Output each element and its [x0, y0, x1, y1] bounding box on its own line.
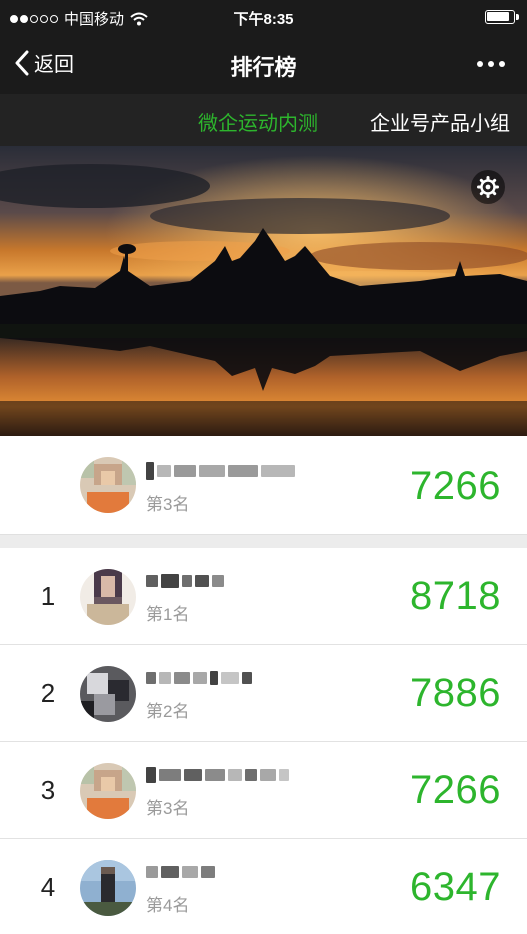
rank-caption: 第3名 [146, 799, 190, 818]
step-count: 7266 [410, 464, 501, 508]
more-button[interactable] [473, 52, 509, 76]
section-divider [0, 534, 527, 548]
rank-number: 1 [40, 581, 56, 611]
cover-photo [0, 146, 527, 436]
list-item[interactable]: 2 第2名 7886 [0, 645, 527, 742]
step-count: 6347 [410, 865, 501, 909]
rank-caption: 第4名 [146, 896, 190, 915]
tab-weiqi-sport-beta[interactable]: 微企运动内测 [198, 107, 318, 136]
back-label: 返回 [34, 54, 74, 76]
rank-number: 3 [40, 775, 56, 805]
step-count: 7266 [410, 768, 501, 812]
page-title: 排行榜 [230, 55, 297, 80]
list-item[interactable]: 1 第1名 8718 [0, 548, 527, 645]
avatar [80, 860, 136, 916]
rank-caption: 第1名 [146, 605, 190, 624]
rank-number: 2 [40, 678, 56, 708]
rank-caption: 第3名 [146, 495, 190, 514]
step-count: 8718 [410, 574, 501, 618]
ranking-list: 1 第1名 8718 2 第2名 7886 3 第3名 7266 4 第4名 6… [0, 548, 527, 934]
blurred-username [146, 861, 215, 883]
blurred-username [146, 460, 295, 482]
more-dots-icon [477, 61, 483, 67]
avatar [80, 569, 136, 625]
blurred-username [146, 570, 224, 592]
list-item[interactable]: 3 第3名 7266 [0, 742, 527, 839]
status-time: 下午8:35 [233, 11, 294, 28]
blurred-username [146, 667, 252, 689]
avatar [80, 763, 136, 819]
rank-number: 4 [40, 872, 56, 902]
back-button[interactable]: 返回 [14, 48, 74, 77]
nav-bar: 返回 排行榜 [0, 34, 527, 94]
chevron-left-icon [15, 50, 29, 75]
avatar [80, 666, 136, 722]
settings-button[interactable] [471, 170, 505, 204]
status-bar: 中国移动 下午8:35 [0, 0, 527, 34]
list-item[interactable]: 4 第4名 6347 [0, 839, 527, 934]
my-ranking-row[interactable]: 第3名 7266 [0, 436, 527, 534]
tab-enterprise-product-team[interactable]: 企业号产品小组 [370, 107, 510, 136]
group-tabs: 微企运动内测 企业号产品小组 [0, 94, 527, 146]
battery-icon [485, 10, 519, 24]
gear-icon [477, 176, 499, 198]
step-count: 7886 [410, 671, 501, 715]
avatar [80, 457, 136, 513]
sunset-temple-image [0, 146, 527, 436]
blurred-username [146, 764, 289, 786]
rank-caption: 第2名 [146, 702, 190, 721]
